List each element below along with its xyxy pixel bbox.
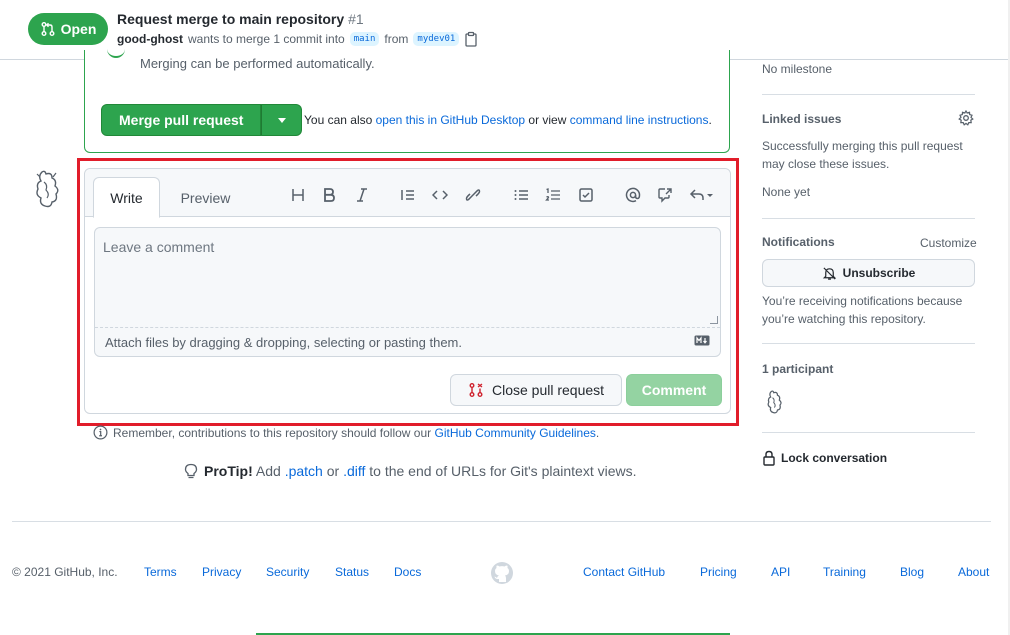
participants-heading: 1 participant xyxy=(762,362,834,376)
git-pull-request-icon xyxy=(41,22,55,36)
unsubscribe-button[interactable]: Unsubscribe xyxy=(762,259,975,287)
base-branch[interactable]: main xyxy=(349,32,380,46)
footer-contact-link[interactable]: Contact GitHub xyxy=(583,565,665,579)
merge-pull-request-button[interactable]: Merge pull request xyxy=(101,104,262,136)
sidebar-divider xyxy=(762,343,975,344)
notifications-text-2: you’re watching this repository. xyxy=(762,312,926,326)
merge-alt-suffix: . xyxy=(708,113,712,127)
pr-number: #1 xyxy=(348,11,364,27)
footer-pricing-link[interactable]: Pricing xyxy=(700,565,737,579)
patch-link[interactable]: .patch xyxy=(285,463,323,479)
github-mark-icon[interactable] xyxy=(490,561,514,585)
footer-privacy-link[interactable]: Privacy xyxy=(202,565,241,579)
open-desktop-link[interactable]: open this in GitHub Desktop xyxy=(376,113,525,127)
pr-from-text: from xyxy=(384,32,409,46)
lock-conversation-button[interactable]: Lock conversation xyxy=(762,450,887,466)
merge-status-check xyxy=(107,48,125,58)
linked-issues-text-2: may close these issues. xyxy=(762,157,890,171)
diff-link[interactable]: .diff xyxy=(343,463,365,479)
footer-blog-link[interactable]: Blog xyxy=(900,565,924,579)
merge-box: Merging can be performed automatically. … xyxy=(84,50,730,153)
footer-security-link[interactable]: Security xyxy=(266,565,309,579)
pr-author[interactable]: good-ghost xyxy=(117,32,183,46)
pr-meta: good-ghost wants to merge 1 commit into … xyxy=(117,31,478,47)
footer-copyright: © 2021 GitHub, Inc. xyxy=(12,565,118,579)
pr-title: Request merge to main repository #1 xyxy=(117,11,364,27)
merge-button-group: Merge pull request xyxy=(101,104,303,136)
footer-divider xyxy=(12,521,991,522)
avatar[interactable] xyxy=(32,168,64,210)
merge-alternatives: You can also open this in GitHub Desktop… xyxy=(304,113,712,127)
bell-slash-icon xyxy=(822,266,836,280)
notifications-text-1: You’re receiving notifications because xyxy=(762,294,963,308)
head-branch[interactable]: mydev01 xyxy=(413,32,460,46)
sidebar-divider xyxy=(762,432,975,433)
footer-status-link[interactable]: Status xyxy=(335,565,369,579)
info-icon xyxy=(93,425,108,440)
guidelines-note: Remember, contributions to this reposito… xyxy=(93,425,599,440)
customize-link[interactable]: Customize xyxy=(920,234,977,252)
protip-or: or xyxy=(326,463,340,479)
guidelines-text: Remember, contributions to this reposito… xyxy=(113,425,432,440)
merge-method-dropdown[interactable] xyxy=(261,104,303,136)
sidebar-divider xyxy=(762,218,975,219)
footer-api-link[interactable]: API xyxy=(771,565,790,579)
protip-post: to the end of URLs for Git's plaintext v… xyxy=(369,463,637,479)
footer-about-link[interactable]: About xyxy=(958,565,989,579)
light-bulb-icon xyxy=(184,463,198,479)
gear-icon[interactable] xyxy=(958,110,974,126)
merge-status-text: Merging can be performed automatically. xyxy=(140,56,375,71)
footer-terms-link[interactable]: Terms xyxy=(144,565,177,579)
sidebar-divider xyxy=(762,94,975,95)
unsubscribe-label: Unsubscribe xyxy=(842,266,916,280)
linked-issues-heading: Linked issues xyxy=(762,112,842,126)
clipboard-icon[interactable] xyxy=(464,31,478,47)
notifications-heading: Notifications xyxy=(762,235,835,249)
protip-label: ProTip! xyxy=(204,463,253,479)
community-guidelines-link[interactable]: GitHub Community Guidelines xyxy=(435,426,596,440)
chevron-down-icon xyxy=(277,117,286,123)
protip: ProTip! Add .patch or .diff to the end o… xyxy=(184,463,637,479)
state-label: Open xyxy=(60,21,97,37)
merge-alt-middle: or view xyxy=(528,113,567,127)
lock-conversation-label: Lock conversation xyxy=(781,451,888,465)
guidelines-suffix: . xyxy=(595,425,600,440)
merge-alt-prefix: You can also xyxy=(304,113,373,127)
milestone-value: No milestone xyxy=(762,62,833,76)
participant-avatar[interactable] xyxy=(765,389,785,415)
highlight-box xyxy=(77,158,739,426)
command-line-link[interactable]: command line instructions xyxy=(570,113,709,127)
pr-meta-text: wants to merge 1 commit into xyxy=(187,32,345,46)
footer-docs-link[interactable]: Docs xyxy=(394,565,421,579)
protip-pre: Add xyxy=(255,463,281,479)
footer-training-link[interactable]: Training xyxy=(823,565,866,579)
lock-icon xyxy=(763,450,775,466)
state-badge-open: Open xyxy=(28,13,108,45)
linked-issues-none: None yet xyxy=(762,185,811,199)
linked-issues-text-1: Successfully merging this pull request xyxy=(762,139,963,153)
pr-title-text: Request merge to main repository xyxy=(117,11,345,27)
